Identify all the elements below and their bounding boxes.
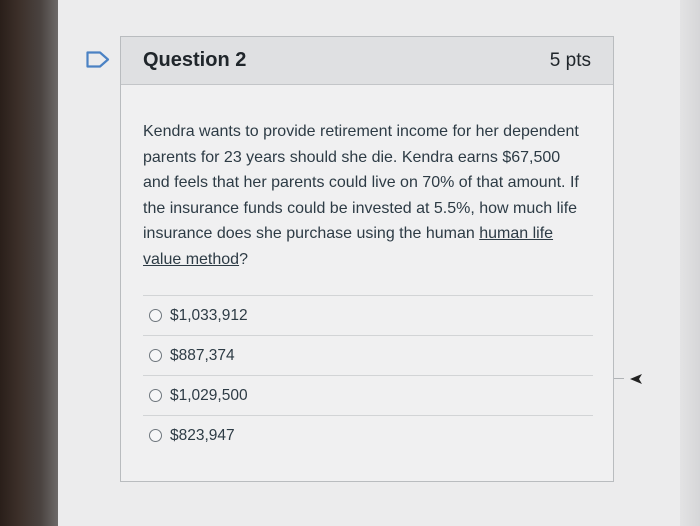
answer-label: $823,947 [170,426,235,444]
divider-tick [614,378,624,379]
answer-option[interactable]: $823,947 [143,415,593,455]
right-edge [680,0,700,526]
question-card: Question 2 5 pts Kendra wants to provide… [120,36,614,482]
answer-option[interactable]: $1,029,500 [143,375,593,415]
answer-option[interactable]: $1,033,912 [143,295,593,335]
radio-button[interactable] [149,429,162,442]
answer-option[interactable]: $887,374 [143,335,593,375]
answer-label: $1,029,500 [170,386,248,404]
answer-list: $1,033,912 $887,374 $1,029,500 $823,947 [143,295,593,455]
question-text-end: ? [239,250,248,268]
mouse-pointer-icon [630,374,642,384]
screen-bezel [0,0,58,526]
question-header: Question 2 5 pts [121,37,613,85]
answer-label: $887,374 [170,346,235,364]
question-points: 5 pts [549,49,591,71]
question-title: Question 2 [143,49,247,71]
radio-button[interactable] [149,309,162,322]
answer-label: $1,033,912 [170,306,248,324]
radio-button[interactable] [149,349,162,362]
flag-question-icon[interactable] [86,51,110,68]
question-text: Kendra wants to provide retirement incom… [143,119,591,273]
radio-button[interactable] [149,389,162,402]
